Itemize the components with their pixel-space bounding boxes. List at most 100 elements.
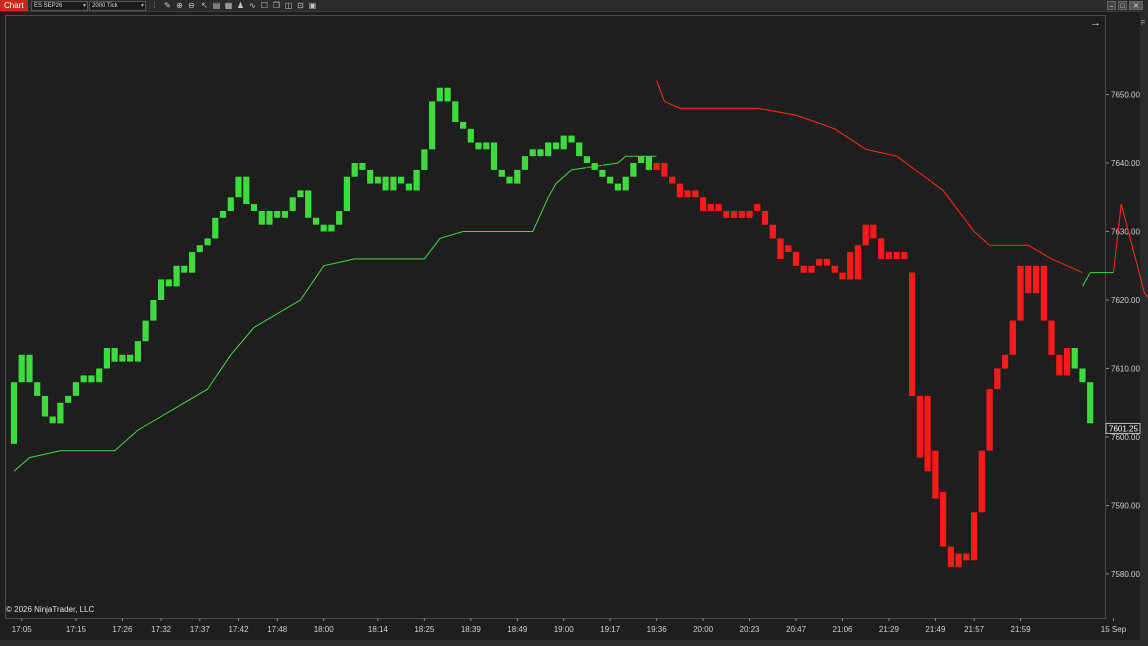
candle	[312, 217, 320, 225]
candle	[731, 211, 738, 218]
candle	[235, 176, 242, 198]
time-axis-label: 18:49	[507, 625, 528, 634]
candle	[258, 211, 265, 225]
candle	[901, 252, 908, 259]
price-axis-label: 7580.00	[1111, 570, 1140, 579]
candle	[955, 553, 962, 568]
candle	[158, 279, 165, 300]
candle	[243, 176, 250, 205]
candle	[475, 142, 482, 150]
candle	[669, 176, 676, 184]
candle	[351, 163, 358, 177]
candle	[173, 265, 180, 287]
candle	[916, 395, 923, 458]
price-axis-label: 7590.00	[1111, 502, 1140, 511]
price-axis-label: 7610.00	[1111, 365, 1140, 374]
candle	[119, 354, 126, 362]
candle	[994, 368, 1001, 390]
time-axis-label: 17:26	[112, 625, 133, 634]
candle	[398, 176, 405, 184]
time-axis-label: 21:06	[832, 625, 853, 634]
candle	[692, 190, 699, 198]
candle	[521, 156, 529, 170]
candle	[676, 183, 683, 198]
candle	[219, 211, 227, 218]
candlestick-chart[interactable]: 7580.00 7590.00 7600.00 7610.00 7620.00 7630.…	[0, 0, 1148, 646]
horizontal-scrollbar[interactable]	[0, 640, 1148, 646]
candle	[537, 149, 544, 157]
time-axis-label: 17:05	[12, 625, 33, 634]
time-axis-label: 20:47	[786, 625, 807, 634]
candle	[212, 217, 219, 239]
candle	[560, 135, 567, 150]
candle	[940, 491, 947, 547]
candle	[529, 149, 536, 157]
candle	[568, 135, 575, 143]
candle	[49, 416, 56, 424]
candle	[1071, 348, 1078, 369]
price-axis-label: 7620.00	[1111, 296, 1140, 305]
time-axis-label: 19:00	[554, 625, 575, 634]
candle	[808, 265, 815, 273]
time-axis-label: 18:25	[414, 625, 435, 634]
candle	[514, 169, 521, 184]
candle	[1063, 348, 1071, 376]
candle	[165, 279, 172, 287]
candle	[777, 238, 784, 259]
candle	[359, 163, 366, 170]
candle	[111, 348, 118, 362]
candle	[630, 163, 637, 177]
candle	[196, 245, 203, 252]
candle	[343, 176, 350, 211]
time-axis-label: 18:00	[314, 625, 335, 634]
candle	[413, 169, 420, 191]
candle	[189, 252, 196, 273]
time-axis-label: 20:23	[740, 625, 761, 634]
candle	[684, 190, 691, 198]
candle	[816, 258, 823, 266]
candle	[1002, 354, 1009, 369]
candle	[823, 258, 831, 266]
candle	[885, 252, 892, 259]
candle	[947, 546, 954, 568]
candle	[34, 382, 41, 396]
candle	[754, 204, 761, 211]
candle	[963, 553, 970, 561]
candle	[281, 211, 289, 218]
candle	[792, 252, 800, 266]
time-axis-label: 17:37	[190, 625, 211, 634]
time-axis-label: 20:00	[693, 625, 714, 634]
candle	[622, 176, 629, 191]
candle	[320, 224, 327, 232]
candle	[367, 169, 374, 184]
trailing-stop-line-up	[13, 155, 657, 472]
candle	[839, 272, 846, 280]
candle	[614, 183, 621, 191]
candle	[1079, 368, 1086, 383]
time-axis-label: 18:39	[461, 625, 482, 634]
candle	[761, 211, 769, 225]
candle	[870, 224, 877, 239]
candle	[382, 176, 389, 191]
candle	[1087, 382, 1094, 424]
candle	[661, 163, 668, 177]
candle	[103, 348, 110, 369]
candle	[274, 211, 281, 218]
time-axis-label: 21:49	[925, 625, 946, 634]
candle	[483, 142, 490, 150]
copyright-text: © 2026 NinjaTrader, LLC	[6, 605, 95, 614]
candle	[18, 354, 25, 383]
candle	[1040, 265, 1047, 321]
scroll-right-arrow-icon[interactable]: →	[1090, 17, 1101, 29]
candle	[545, 142, 552, 157]
candle	[498, 169, 505, 177]
candle	[57, 402, 64, 424]
candle	[26, 354, 33, 383]
candle	[1032, 265, 1040, 294]
time-axis-label: 17:48	[267, 625, 288, 634]
trailing-stop-line-down	[656, 80, 1083, 274]
candle	[1048, 320, 1055, 355]
candle	[390, 176, 397, 191]
candle	[374, 176, 381, 184]
candle	[297, 190, 304, 198]
